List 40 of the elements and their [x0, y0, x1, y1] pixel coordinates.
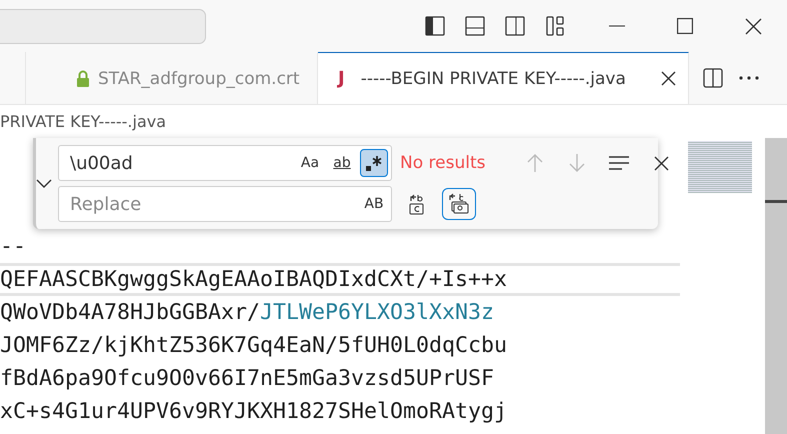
lines-icon: [608, 155, 630, 171]
close-icon: [744, 18, 762, 34]
find-status: No results: [400, 153, 486, 173]
arrow-up-icon: [527, 153, 543, 173]
chevron-down-icon: [36, 178, 52, 188]
preserve-case-button[interactable]: AB: [360, 190, 388, 218]
java-file-icon: J: [338, 68, 345, 89]
arrow-down-icon: [569, 153, 585, 173]
code-line: --: [0, 233, 28, 261]
close-icon[interactable]: [661, 71, 676, 86]
more-icon: [739, 76, 759, 80]
panel-toggle-icon: [465, 16, 485, 36]
code-line: JOMF6Zz/kjKhtZ536K7Gq4EaN/5fUH0L0dqCcbu: [0, 332, 508, 360]
code-line: QEFAASCBKgwggSkAgEAAoIBAQDIxdCXt/+Is++x: [0, 263, 680, 296]
breadcrumb-item[interactable]: PRIVATE KEY-----.java: [0, 112, 166, 131]
maximize-icon: [677, 18, 693, 34]
replace-all-button[interactable]: [442, 188, 476, 220]
minimize-icon: [609, 25, 625, 27]
scrollbar[interactable]: [765, 138, 787, 434]
replace-all-icon: [448, 193, 470, 215]
whole-word-button[interactable]: ab: [328, 149, 356, 177]
editor-tab[interactable]: J -----BEGIN PRIVATE KEY-----.java: [318, 52, 689, 104]
sidebar-toggle-icon: [505, 16, 525, 36]
command-center-field[interactable]: [0, 8, 206, 44]
match-case-button[interactable]: Aa: [296, 149, 324, 177]
split-editor-icon: [703, 68, 723, 88]
code-line: QWoVDb4A78HJbGGBAxr/JTLWeP6YLXO3lXxN3z: [0, 299, 496, 327]
close-icon: [654, 156, 668, 170]
replace-icon: [408, 193, 426, 215]
tab-label: -----BEGIN PRIVATE KEY-----.java: [360, 68, 626, 88]
code-line: xC+s4G1ur4UPV6v9RYJKXH1827SHelOmoRAtygj: [0, 398, 508, 426]
layout-icon: [545, 16, 565, 36]
code-line: fBdA6pa9Ofcu9O0v66I7nE5mGa3vzsd5UPrUSF: [0, 365, 496, 393]
replace-field[interactable]: Replace AB: [58, 186, 392, 222]
regex-icon: [364, 154, 384, 172]
find-field[interactable]: \u00ad Aa ab: [58, 145, 392, 181]
sidebar-toggle-icon: [425, 16, 445, 36]
regex-button[interactable]: [360, 149, 388, 177]
tab-label: STAR_adfgroup_com.crt: [98, 68, 300, 88]
lock-icon: [76, 70, 90, 87]
